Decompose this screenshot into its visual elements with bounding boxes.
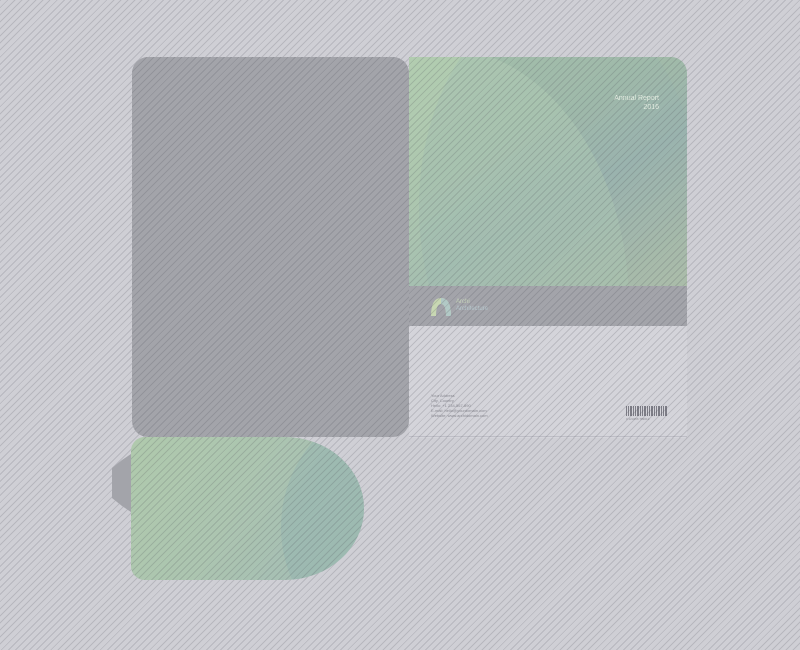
folder-pocket-flap xyxy=(131,437,364,580)
logo-text: Archi Architecture xyxy=(456,299,488,313)
barcode-icon xyxy=(626,406,667,416)
cover-year: 2016 xyxy=(643,104,659,111)
cover-title-text: Annual Report xyxy=(614,95,659,102)
back-cover-area: Your Address City, Country Hello: +1 234… xyxy=(409,326,687,438)
contact-block: Your Address City, Country Hello: +1 234… xyxy=(431,393,488,418)
arch-logo-icon xyxy=(431,298,451,316)
logo-band: Archi Architecture xyxy=(409,286,687,326)
folder-front-cover: Annual Report 2016 xyxy=(409,57,687,286)
fold-line xyxy=(409,436,687,437)
cover-title: Annual Report 2016 xyxy=(559,94,659,112)
logo-tagline: Architecture xyxy=(456,306,489,312)
contact-line: Website: www.archidomain.com xyxy=(431,413,488,418)
cover-arc-shape-secondary xyxy=(419,57,687,286)
folder-back-panel xyxy=(132,57,409,437)
barcode-number: 0 123456 789012 xyxy=(626,417,650,421)
logo-brand: Archi xyxy=(456,299,470,305)
